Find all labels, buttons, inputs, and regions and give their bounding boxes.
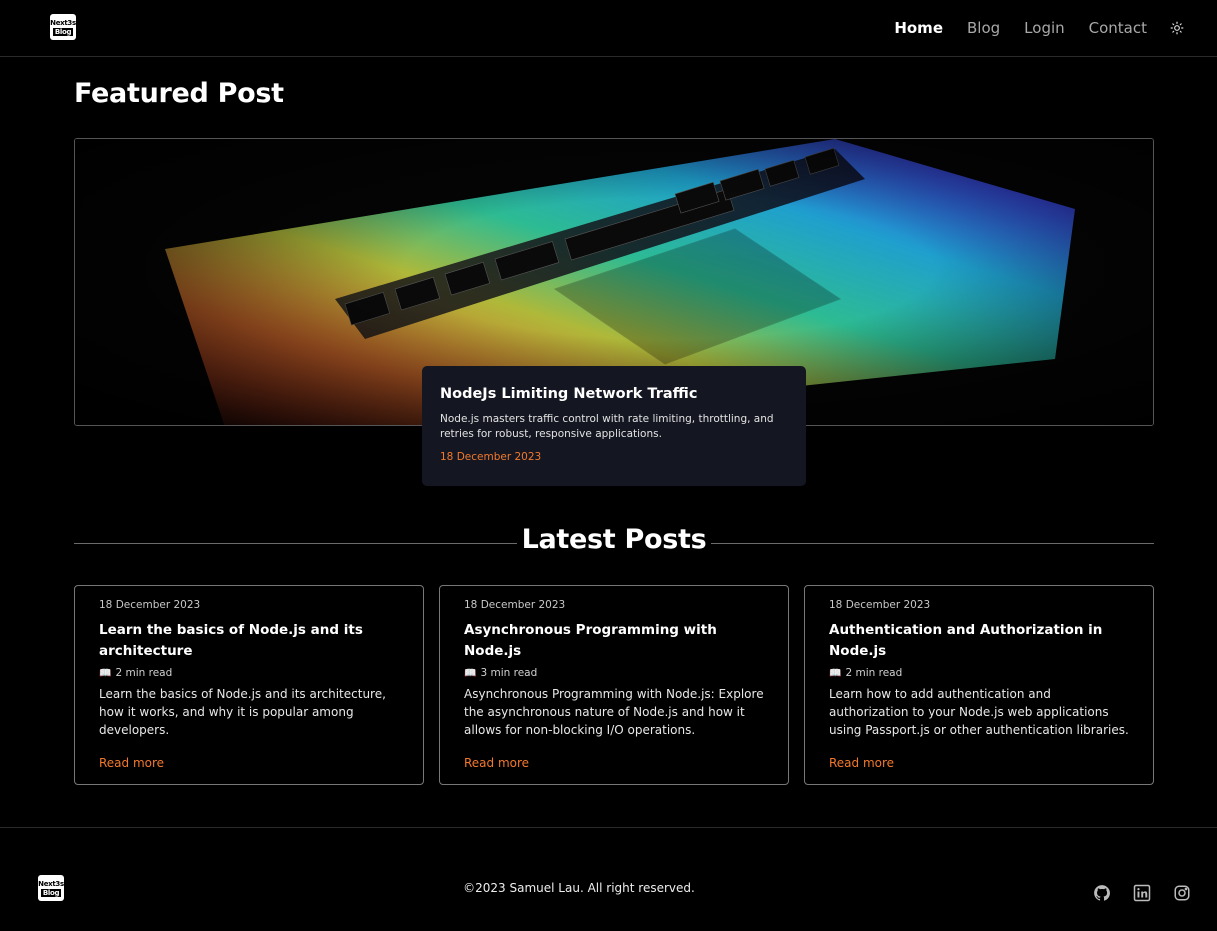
read-more-link[interactable]: Read more	[464, 756, 529, 770]
read-time: 📖 3 min read	[464, 667, 764, 679]
theme-toggle-button[interactable]	[1167, 18, 1187, 38]
read-time: 📖 2 min read	[829, 667, 1129, 679]
post-date: 18 December 2023	[464, 599, 566, 611]
instagram-icon[interactable]	[1173, 884, 1191, 902]
nav-contact-link[interactable]: Contact	[1089, 19, 1147, 37]
post-description: Asynchronous Programming with Node.js: E…	[464, 687, 764, 737]
main-nav: Home Blog Login Contact	[870, 0, 1187, 56]
post-description: Learn the basics of Node.js and its arch…	[99, 687, 386, 737]
post-description: Learn how to add authentication and auth…	[829, 687, 1129, 737]
post-date: 18 December 2023	[99, 599, 201, 611]
site-logo[interactable]: Next3s Blog	[50, 14, 76, 40]
post-card[interactable]: 18 December 2023 Learn the basics of Nod…	[74, 585, 424, 785]
logo-line-1: Next3s	[50, 18, 76, 27]
featured-post-card[interactable]: NodeJs Limiting Network Traffic Node.js …	[422, 366, 806, 486]
divider-left	[74, 543, 517, 544]
logo-line-2: Blog	[52, 27, 74, 36]
nav-blog-link[interactable]: Blog	[967, 19, 1000, 37]
nav-login-link[interactable]: Login	[1024, 19, 1064, 37]
read-more-link[interactable]: Read more	[829, 756, 894, 770]
latest-section-title: Latest Posts	[521, 524, 707, 555]
github-icon[interactable]	[1093, 884, 1111, 902]
post-card[interactable]: 18 December 2023 Asynchronous Programmin…	[439, 585, 789, 785]
read-time-label: 2 min read	[115, 667, 173, 679]
post-title[interactable]: Asynchronous Programming with Node.js	[464, 620, 764, 662]
post-title[interactable]: Authentication and Authorization in Node…	[829, 620, 1129, 662]
read-time-label: 3 min read	[480, 667, 538, 679]
linkedin-icon[interactable]	[1133, 884, 1151, 902]
nav-home-link[interactable]: Home	[894, 19, 943, 37]
post-title[interactable]: Learn the basics of Node.js and its arch…	[99, 620, 399, 662]
post-card[interactable]: 18 December 2023 Authentication and Auth…	[804, 585, 1154, 785]
open-book-icon: 📖	[99, 667, 112, 679]
read-time-label: 2 min read	[845, 667, 903, 679]
open-book-icon: 📖	[464, 667, 477, 679]
open-book-icon: 📖	[829, 667, 842, 679]
social-links	[1071, 884, 1191, 902]
sun-icon	[1170, 21, 1184, 35]
read-time: 📖 2 min read	[99, 667, 399, 679]
featured-post-title[interactable]: NodeJs Limiting Network Traffic	[440, 386, 788, 402]
site-footer: Next3s Blog ©2023 Samuel Lau. All right …	[0, 827, 1217, 931]
copyright-text: ©2023 Samuel Lau. All right reserved.	[463, 881, 695, 895]
site-header: Next3s Blog Home Blog Login Contact	[0, 0, 1217, 57]
featured-post-description: Node.js masters traffic control with rat…	[440, 413, 774, 440]
divider-right	[711, 543, 1154, 544]
post-date: 18 December 2023	[829, 599, 931, 611]
featured-post-date: 18 December 2023	[440, 451, 542, 463]
read-more-link[interactable]: Read more	[99, 756, 164, 770]
featured-section-title: Featured Post	[74, 78, 284, 109]
